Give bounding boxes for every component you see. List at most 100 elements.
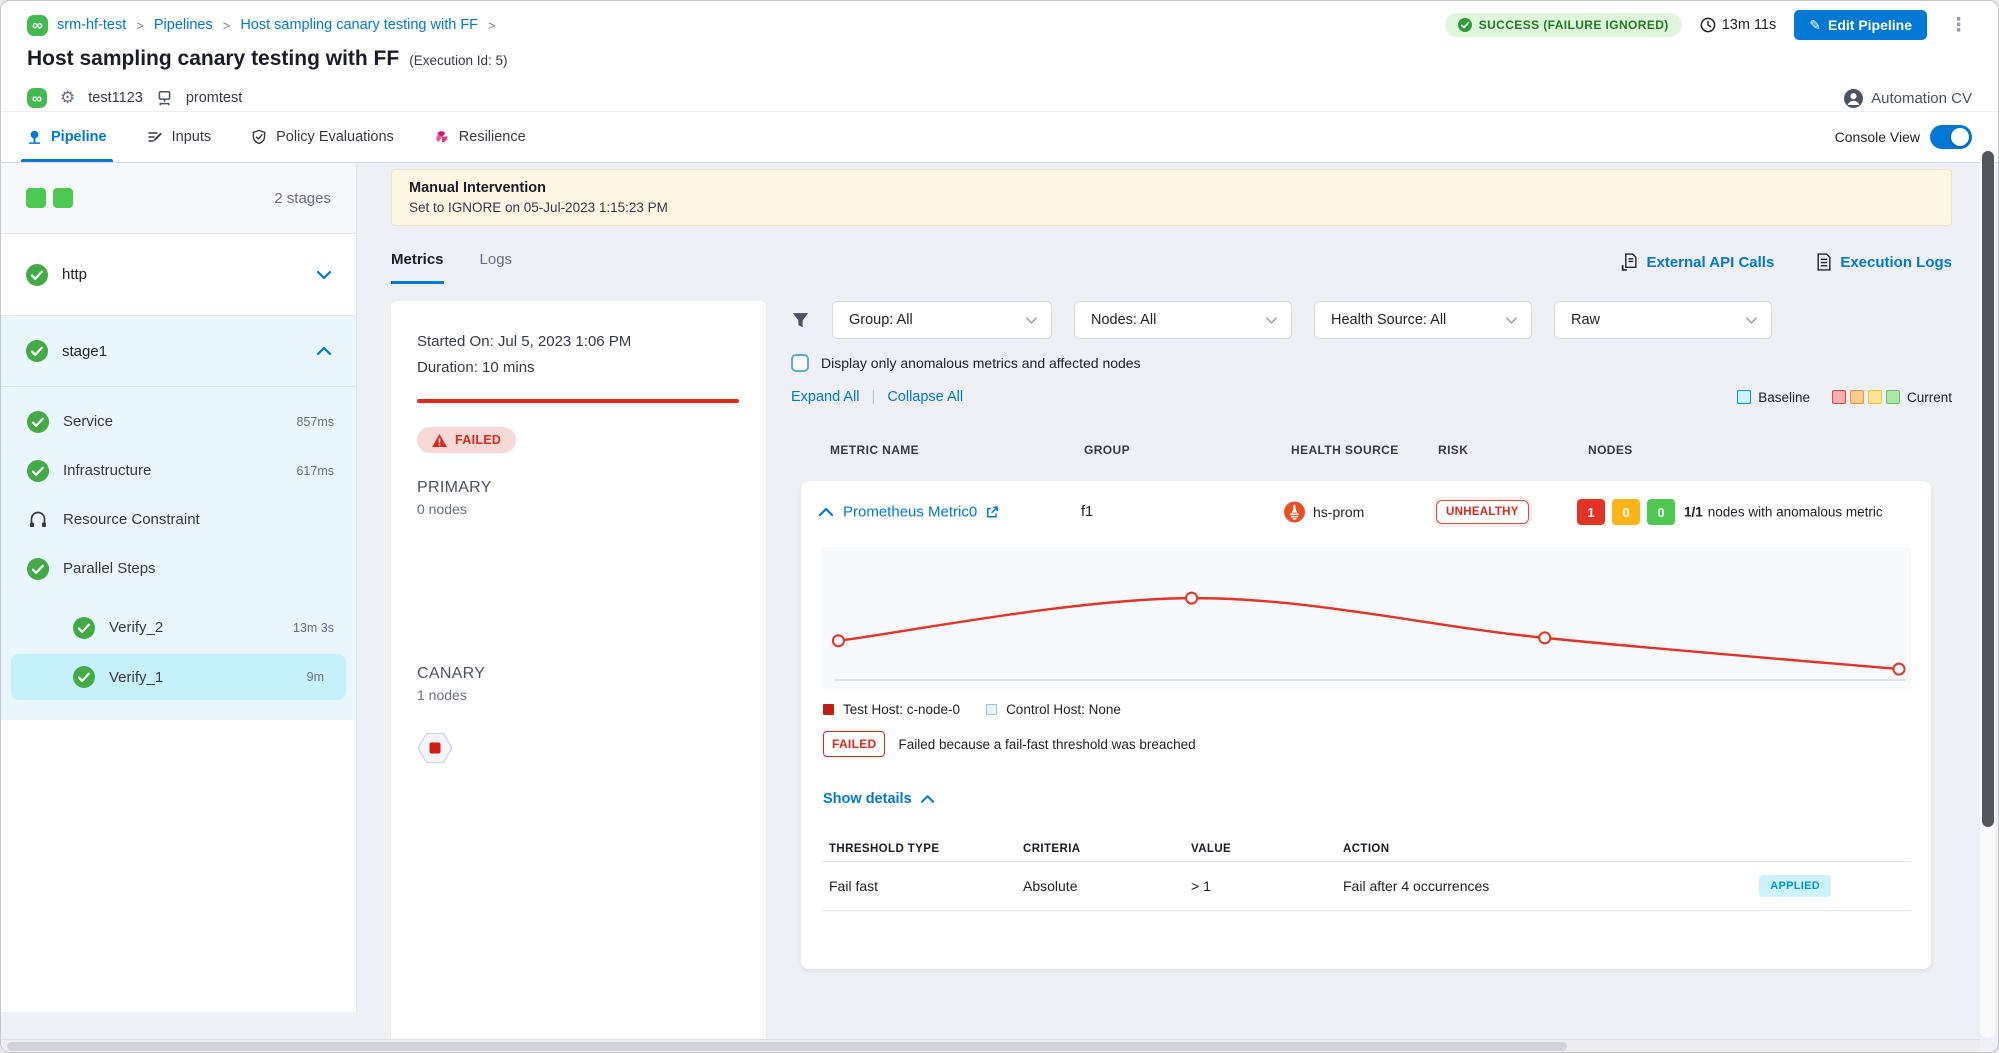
healthy-node-count-chip: 0 — [1647, 499, 1675, 525]
panels-row: Started On: Jul 5, 2023 1:06 PM Duration… — [391, 301, 1952, 1053]
stage-row-http[interactable]: http — [1, 234, 356, 316]
stage-row-stage1[interactable]: stage1 — [1, 316, 356, 386]
view-tabs-row: Metrics Logs External API Calls Executio… — [391, 244, 1952, 284]
resilience-icon — [434, 129, 450, 145]
status-badge-label: SUCCESS (FAILURE IGNORED) — [1479, 18, 1669, 32]
tab-metrics[interactable]: Metrics — [391, 251, 444, 284]
col-group: GROUP — [1084, 443, 1130, 457]
chevron-down-icon[interactable] — [317, 271, 331, 279]
chevron-down-icon — [1746, 317, 1757, 324]
metric-timeseries-chart[interactable] — [821, 547, 1911, 689]
filter-funnel-icon[interactable] — [791, 311, 810, 330]
metrics-table-header: METRIC NAME GROUP HEALTH SOURCE RISK NOD… — [791, 441, 1952, 463]
breadcrumb-separator: > — [487, 18, 497, 33]
tab-policy-evaluations[interactable]: Policy Evaluations — [251, 112, 394, 162]
horizontal-scrollbar[interactable] — [1, 1039, 1980, 1052]
external-api-icon — [1621, 253, 1638, 271]
banner-title: Manual Intervention — [409, 180, 1934, 196]
manual-intervention-banner: Manual Intervention Set to IGNORE on 05-… — [391, 169, 1952, 226]
collapse-all-link[interactable]: Collapse All — [887, 389, 963, 405]
execution-status-badge: SUCCESS (FAILURE IGNORED) — [1445, 13, 1682, 37]
step-label: Verify_1 — [109, 669, 293, 686]
anomalous-checkbox-label: Display only anomalous metrics and affec… — [821, 355, 1141, 371]
tab-resilience[interactable]: Resilience — [434, 112, 526, 162]
service-name[interactable]: test1123 — [88, 90, 143, 106]
collapse-chevron-icon[interactable] — [819, 508, 833, 517]
step-parallel-steps[interactable]: Parallel Steps — [1, 544, 356, 593]
baseline-legend-label: Baseline — [1758, 390, 1810, 405]
log-links: External API Calls Execution Logs — [1621, 253, 1952, 284]
tab-logs[interactable]: Logs — [480, 251, 513, 284]
vertical-scrollbar-thumb[interactable] — [1982, 151, 1994, 827]
breadcrumb-project-link[interactable]: srm-hf-test — [57, 17, 126, 33]
action-value: Fail after 4 occurrences — [1343, 878, 1759, 894]
step-verify-2[interactable]: Verify_2 13m 3s — [1, 603, 356, 652]
tab-inputs[interactable]: Inputs — [147, 112, 212, 162]
external-api-calls-link[interactable]: External API Calls — [1621, 253, 1774, 271]
health-source-name[interactable]: promtest — [186, 90, 242, 106]
success-check-icon — [27, 558, 49, 580]
metric-group-value: f1 — [1081, 504, 1093, 520]
main-tabbar: Pipeline Inputs Policy Evaluations Resil… — [1, 111, 1998, 163]
criteria-value: Absolute — [1023, 878, 1191, 894]
edit-pipeline-label: Edit Pipeline — [1828, 17, 1912, 33]
main-tabs: Pipeline Inputs Policy Evaluations Resil… — [27, 112, 526, 162]
banner-message: Set to IGNORE on 05-Jul-2023 1:15:23 PM — [409, 200, 1934, 215]
failure-reason-row: FAILED Failed because a fail-fast thresh… — [823, 731, 1911, 757]
tab-resilience-label: Resilience — [459, 129, 526, 145]
step-service[interactable]: Service 857ms — [1, 397, 356, 446]
more-options-icon[interactable]: ⋮ — [1945, 14, 1972, 37]
col-action: ACTION — [1343, 843, 1911, 855]
console-view-toggle[interactable] — [1930, 125, 1972, 149]
nodes-fraction: 1/1 — [1684, 505, 1703, 520]
risk-red-swatch — [1832, 390, 1846, 404]
group-filter-value: Group: All — [849, 312, 913, 328]
breadcrumb-pipelines-link[interactable]: Pipelines — [154, 17, 213, 33]
risk-orange-swatch — [1850, 390, 1864, 404]
nodes-filter-dropdown[interactable]: Nodes: All — [1074, 301, 1292, 339]
step-infrastructure[interactable]: Infrastructure 617ms — [1, 446, 356, 495]
breadcrumb-separator: > — [222, 18, 232, 33]
console-view-control: Console View — [1835, 112, 1972, 162]
started-on: Started On: Jul 5, 2023 1:06 PM — [417, 329, 740, 355]
step-resource-constraint[interactable]: Resource Constraint — [1, 495, 356, 544]
success-check-icon — [73, 617, 95, 639]
show-details-link[interactable]: Show details — [823, 791, 1911, 807]
breadcrumb-separator: > — [135, 18, 145, 33]
tab-policy-evaluations-label: Policy Evaluations — [276, 129, 394, 145]
step-label: Verify_2 — [109, 619, 279, 636]
metric-name-link[interactable]: Prometheus Metric0 — [843, 504, 999, 521]
chart-color-legend: Baseline Current — [1737, 390, 1952, 405]
stage-success-square — [53, 188, 73, 208]
group-filter-dropdown[interactable]: Group: All — [832, 301, 1052, 339]
metric-name-label: Prometheus Metric0 — [843, 504, 977, 521]
metric-health-source: hs-prom — [1313, 504, 1364, 520]
horizontal-scrollbar-thumb[interactable] — [7, 1042, 1567, 1051]
step-verify-1-selected[interactable]: Verify_1 9m — [11, 654, 346, 700]
thresholds-table: THRESHOLD TYPE CRITERIA VALUE ACTION Fai… — [821, 837, 1911, 911]
vertical-scrollbar[interactable] — [1980, 143, 1995, 1038]
health-source-filter-dropdown[interactable]: Health Source: All — [1314, 301, 1532, 339]
warning-node-count-chip: 0 — [1612, 499, 1640, 525]
step-duration: 857ms — [296, 415, 334, 429]
success-check-icon — [27, 460, 49, 482]
chevron-up-icon[interactable] — [317, 347, 331, 355]
breadcrumb-pipeline-link[interactable]: Host sampling canary testing with FF — [240, 17, 478, 33]
expand-all-link[interactable]: Expand All — [791, 389, 860, 405]
execution-logs-link[interactable]: Execution Logs — [1816, 253, 1952, 271]
col-metric-name: METRIC NAME — [830, 443, 919, 457]
edit-pipeline-button[interactable]: ✎ Edit Pipeline — [1794, 10, 1927, 40]
anomalous-checkbox[interactable] — [791, 354, 809, 372]
canary-node-hexagon[interactable] — [417, 731, 453, 765]
success-check-icon — [26, 264, 48, 286]
tab-pipeline[interactable]: Pipeline — [27, 112, 107, 162]
metric-row-header[interactable]: Prometheus Metric0 f1 hs-prom UNHEALTHY … — [801, 481, 1931, 543]
data-mode-dropdown[interactable]: Raw — [1554, 301, 1772, 339]
show-details-label: Show details — [823, 791, 912, 807]
divider: | — [872, 389, 876, 405]
meta-left: ∞ ⚙ test1123 promtest — [27, 88, 242, 108]
thresholds-table-header: THRESHOLD TYPE CRITERIA VALUE ACTION — [821, 837, 1911, 861]
success-check-icon — [27, 411, 49, 433]
inputs-icon — [147, 129, 163, 145]
stage1-expanded-block: stage1 Service 857ms Infrastructure 617m… — [1, 316, 356, 720]
